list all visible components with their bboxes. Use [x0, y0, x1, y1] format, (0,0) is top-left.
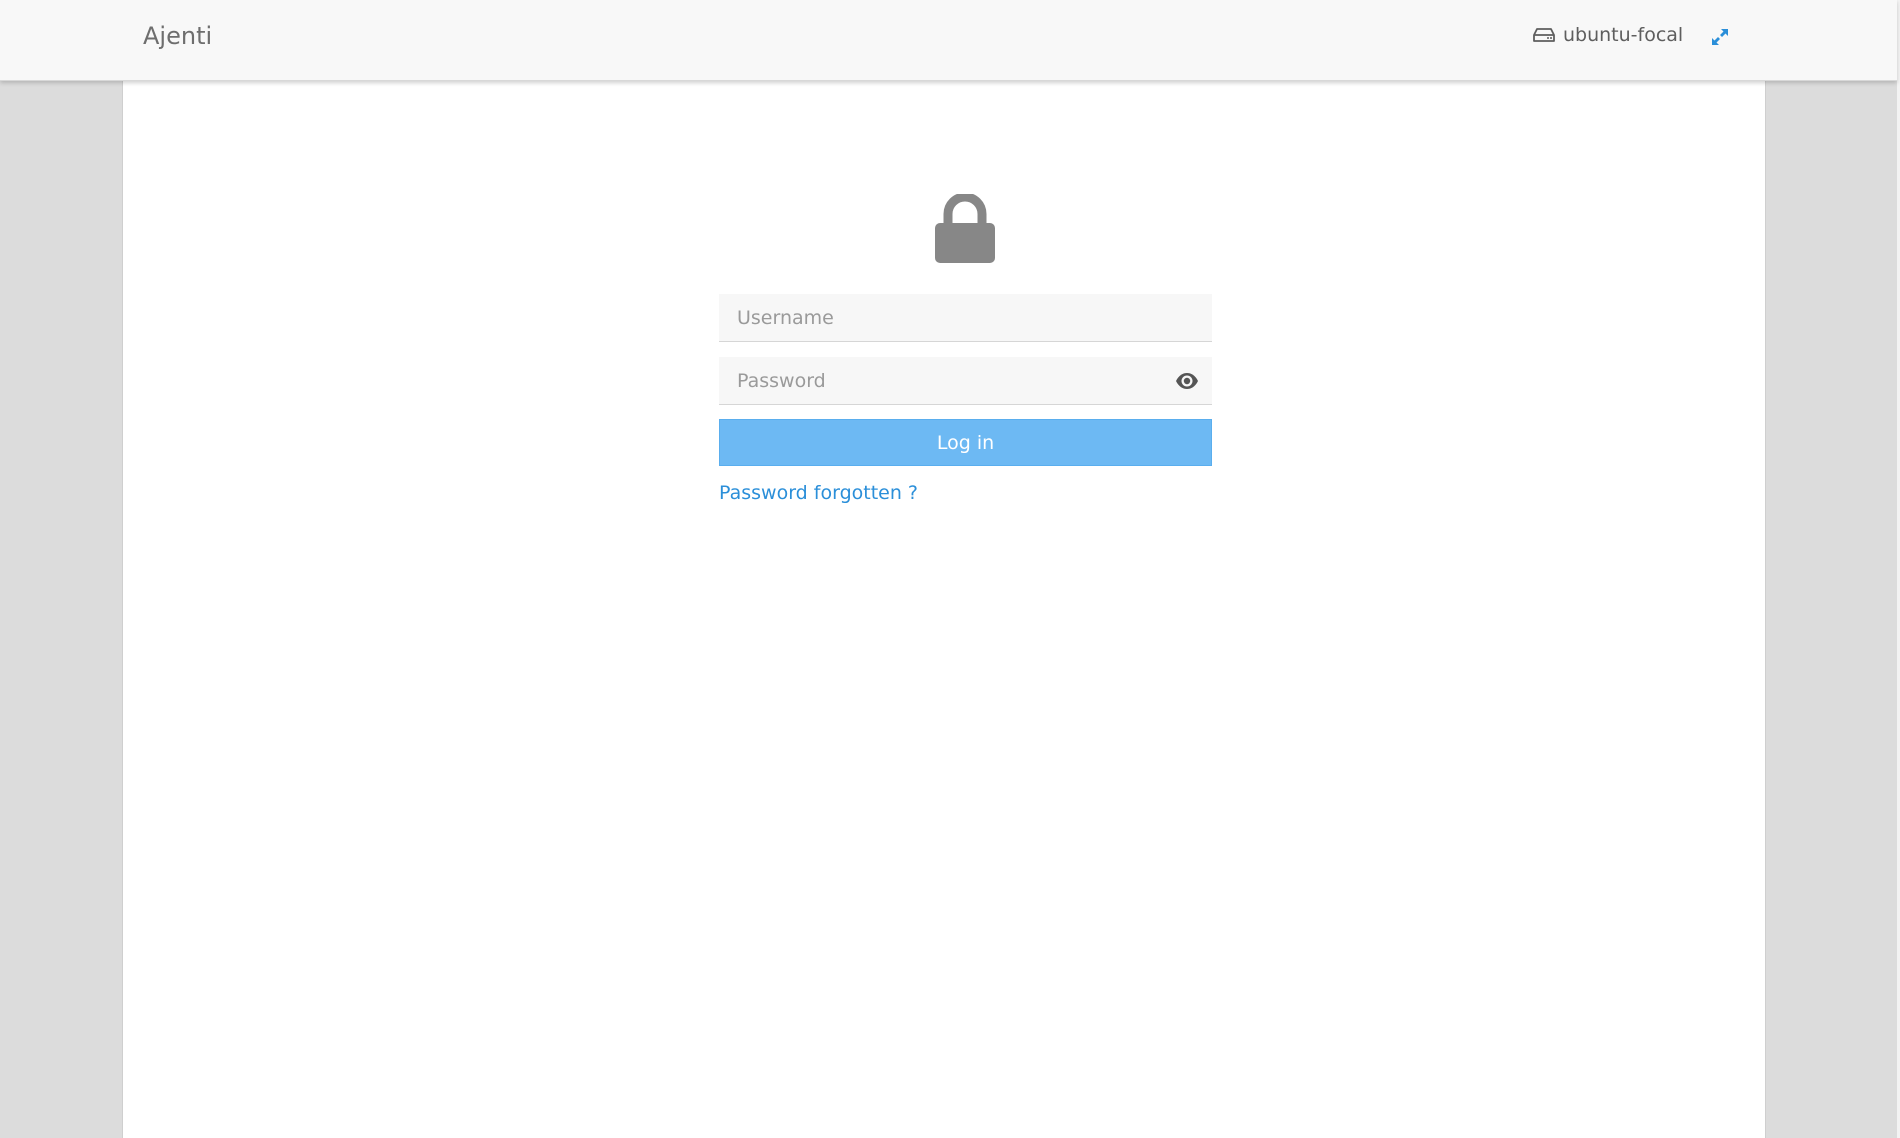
top-navbar: Ajenti ubuntu-focal	[0, 0, 1897, 81]
hostname-indicator: ubuntu-focal	[1533, 24, 1683, 46]
lock-icon	[935, 194, 995, 263]
hostname-label: ubuntu-focal	[1563, 24, 1684, 46]
password-forgotten-link[interactable]: Password forgotten ?	[719, 482, 918, 504]
app-viewport: Ajenti ubuntu-focal Username Log in Pass…	[0, 0, 1900, 1138]
password-input[interactable]	[719, 357, 1212, 405]
brand-logo[interactable]: Ajenti	[143, 22, 212, 50]
expand-icon[interactable]	[1710, 27, 1730, 47]
hard-drive-icon	[1533, 28, 1555, 42]
username-input[interactable]	[719, 294, 1212, 342]
eye-icon[interactable]	[1175, 369, 1199, 393]
login-button[interactable]: Log in	[719, 419, 1212, 466]
